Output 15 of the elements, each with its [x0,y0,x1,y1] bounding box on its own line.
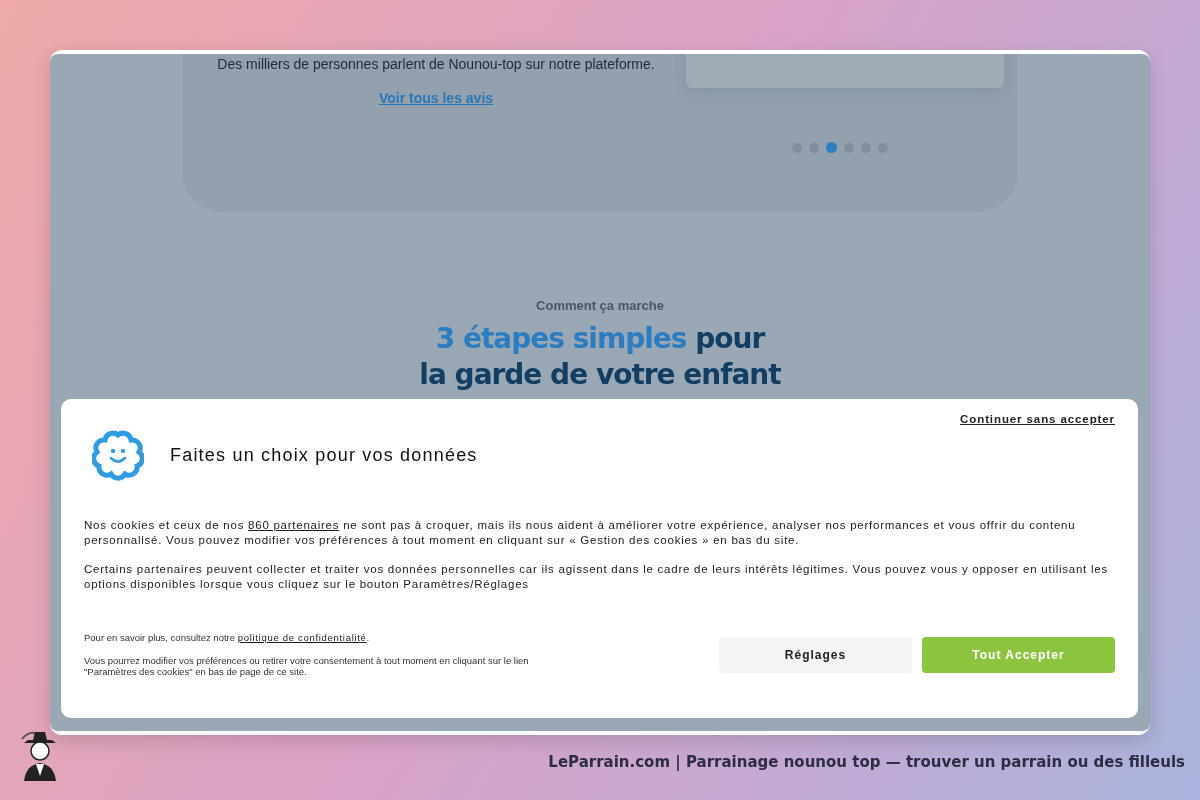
continue-link[interactable]: Continuer sans accepter [960,413,1115,425]
carousel-dot[interactable] [826,142,837,153]
section-eyebrow: Comment ça marche [536,298,664,313]
cookie-paragraph: Certains partenaires peuvent collecter et traiter vos données personnelles car ils agissent dans le cadre de leurs intérêts légitimes. Vous pouvez vous y opposer en utilisant les options disponibles lorsque vous cliquez sur le bouton Paramètres/Réglages [84,562,1109,592]
smiling-flower-icon [92,429,144,481]
partners-link[interactable]: 860 partenaires [248,519,340,531]
cookie-paragraph: Nos cookies et ceux de nos 860 partenaires ne sont pas à croquer, mais ils nous aident à améliorer votre expérience, analyser nos performances et vous offrir du contenu personnalisé. Vous pouvez modifier vos préférences à tout moment en cliquant sur « Gestion des cookies » en bas du site. [84,518,1077,548]
dialog-title: Faites un choix pour vos données [170,444,478,466]
settings-note: Vous pourrez modifier vos préférences ou retirer votre consentement à tout moment en cliquant sur le lien "Paramètres des cookies" en bas de page de ce site. [84,655,530,677]
reviews-text: Des milliers de personnes parlent de Nounou-top sur notre plateforme. [217,56,655,72]
site-caption: LeParrain.com | Parrainage nounou top — trouver un parrain ou des filleuls [548,753,1185,771]
section-headline: 3 étapes simples pour la garde de votre enfant [419,321,781,393]
settings-button[interactable]: Réglages [719,636,912,673]
privacy-note: Pour en savoir plus, consultez notre politique de confidentialité. [84,632,371,643]
privacy-link[interactable]: politique de confidentialité [237,632,367,643]
